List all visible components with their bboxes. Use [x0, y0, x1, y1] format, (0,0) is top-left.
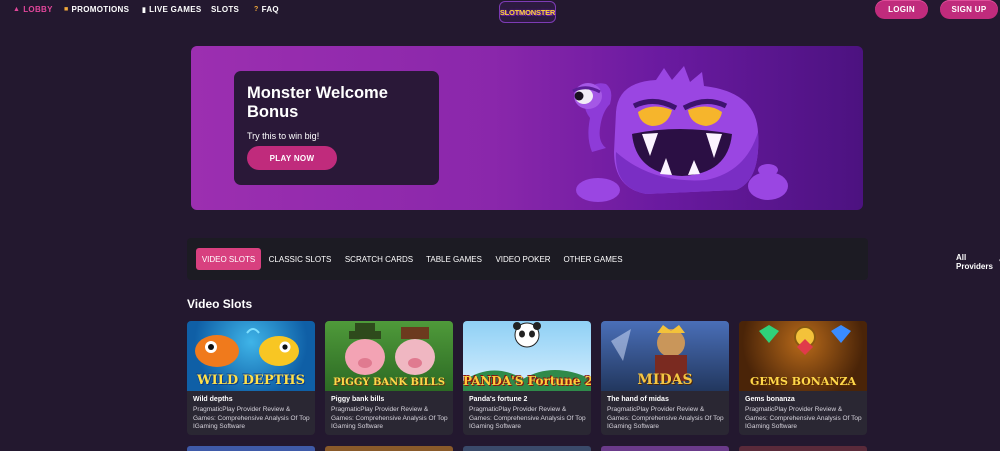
game-thumbnail[interactable]: PANDA'S Fortune 2 [463, 321, 591, 391]
game-art-title: PIGGY BANK BILLS [333, 377, 445, 388]
gift-icon: ■ [64, 6, 69, 13]
tab-video-slots[interactable]: VIDEO SLOTS [196, 248, 261, 270]
next-row-card-edge [463, 446, 591, 451]
login-button[interactable]: LOGIN [875, 0, 928, 19]
hero-subtitle: Try this to win big! [247, 131, 320, 141]
game-art-title: WILD DEPTHS [197, 373, 305, 388]
game-thumbnail[interactable]: MIDAS [601, 321, 729, 391]
game-card-wild-depths[interactable]: WILD DEPTHS Wild depths PragmaticPlay Pr… [187, 321, 315, 435]
nav-live-games-label: LIVE GAMES [149, 5, 202, 14]
next-row-card-edge [325, 446, 453, 451]
tab-classic-slots[interactable]: CLASSIC SLOTS [268, 248, 332, 270]
game-thumbnail[interactable]: GEMS BONANZA [739, 321, 867, 391]
nav-live-games[interactable]: ▮ LIVE GAMES [142, 5, 202, 14]
tab-video-poker[interactable]: VIDEO POKER [495, 248, 551, 270]
nav-lobby-label: LOBBY [23, 5, 53, 14]
next-row-card-edge [187, 446, 315, 451]
game-art-title: PANDA'S Fortune 2 [463, 374, 591, 388]
tab-other-games[interactable]: OTHER GAMES [563, 248, 623, 270]
site-logo[interactable]: SLOTMONSTER [499, 1, 556, 23]
game-description: PragmaticPlay Provider Review & Games: C… [607, 406, 724, 430]
hero-promo-card: Monster Welcome Bonus Try this to win bi… [234, 71, 439, 185]
game-card-gems-bonanza[interactable]: GEMS BONANZA Gems bonanza PragmaticPlay … [739, 321, 867, 435]
top-navigation: ▲ LOBBY ■ PROMOTIONS ▮ LIVE GAMES SLOTS … [0, 0, 1000, 23]
tab-table-games[interactable]: TABLE GAMES [426, 248, 482, 270]
signup-button[interactable]: SIGN UP [940, 0, 998, 19]
monster-mascot-image [572, 66, 788, 202]
nav-slots-label: SLOTS [211, 5, 240, 14]
logo-text: SLOTMONSTER [499, 7, 556, 17]
nav-faq[interactable]: ? FAQ [254, 5, 279, 14]
next-row-card-edge [601, 446, 729, 451]
game-card-hand-of-midas[interactable]: MIDAS The hand of midas PragmaticPlay Pr… [601, 321, 729, 435]
game-description: PragmaticPlay Provider Review & Games: C… [193, 406, 310, 430]
game-name: Gems bonanza [745, 396, 795, 403]
game-card-piggy-bank-bills[interactable]: PIGGY BANK BILLS Piggy bank bills Pragma… [325, 321, 453, 435]
game-name: Panda's fortune 2 [469, 396, 528, 403]
providers-dropdown-label: All Providers [956, 253, 993, 271]
game-art-title: GEMS BONANZA [749, 375, 857, 388]
game-description: PragmaticPlay Provider Review & Games: C… [469, 406, 586, 430]
game-description: PragmaticPlay Provider Review & Games: C… [745, 406, 862, 430]
providers-dropdown[interactable]: All Providers ▼ [956, 253, 1000, 271]
game-thumbnail[interactable]: WILD DEPTHS [187, 321, 315, 391]
next-row-card-edge [739, 446, 867, 451]
question-icon: ? [254, 6, 259, 13]
nav-promotions[interactable]: ■ PROMOTIONS [64, 5, 129, 14]
game-name: Piggy bank bills [331, 396, 385, 403]
game-name: Wild depths [193, 396, 233, 403]
nav-promotions-label: PROMOTIONS [71, 5, 130, 14]
nav-slots[interactable]: SLOTS [211, 5, 239, 14]
up-triangle-icon: ▲ [13, 6, 21, 13]
game-name: The hand of midas [607, 396, 669, 403]
game-description: PragmaticPlay Provider Review & Games: C… [331, 406, 448, 430]
nav-faq-label: FAQ [261, 5, 279, 14]
section-title: Video Slots [187, 297, 253, 311]
game-thumbnail[interactable]: PIGGY BANK BILLS [325, 321, 453, 391]
nav-lobby[interactable]: ▲ LOBBY [13, 5, 53, 14]
phone-icon: ▮ [142, 6, 147, 14]
game-category-tabs: VIDEO SLOTS CLASSIC SLOTS SCRATCH CARDS … [187, 238, 1000, 280]
hero-title: Monster Welcome Bonus [247, 84, 388, 121]
play-now-button[interactable]: PLAY NOW [247, 146, 337, 170]
tab-scratch-cards[interactable]: SCRATCH CARDS [344, 248, 414, 270]
game-art-title: MIDAS [637, 372, 693, 388]
game-card-pandas-fortune-2[interactable]: PANDA'S Fortune 2 Panda's fortune 2 Prag… [463, 321, 591, 435]
